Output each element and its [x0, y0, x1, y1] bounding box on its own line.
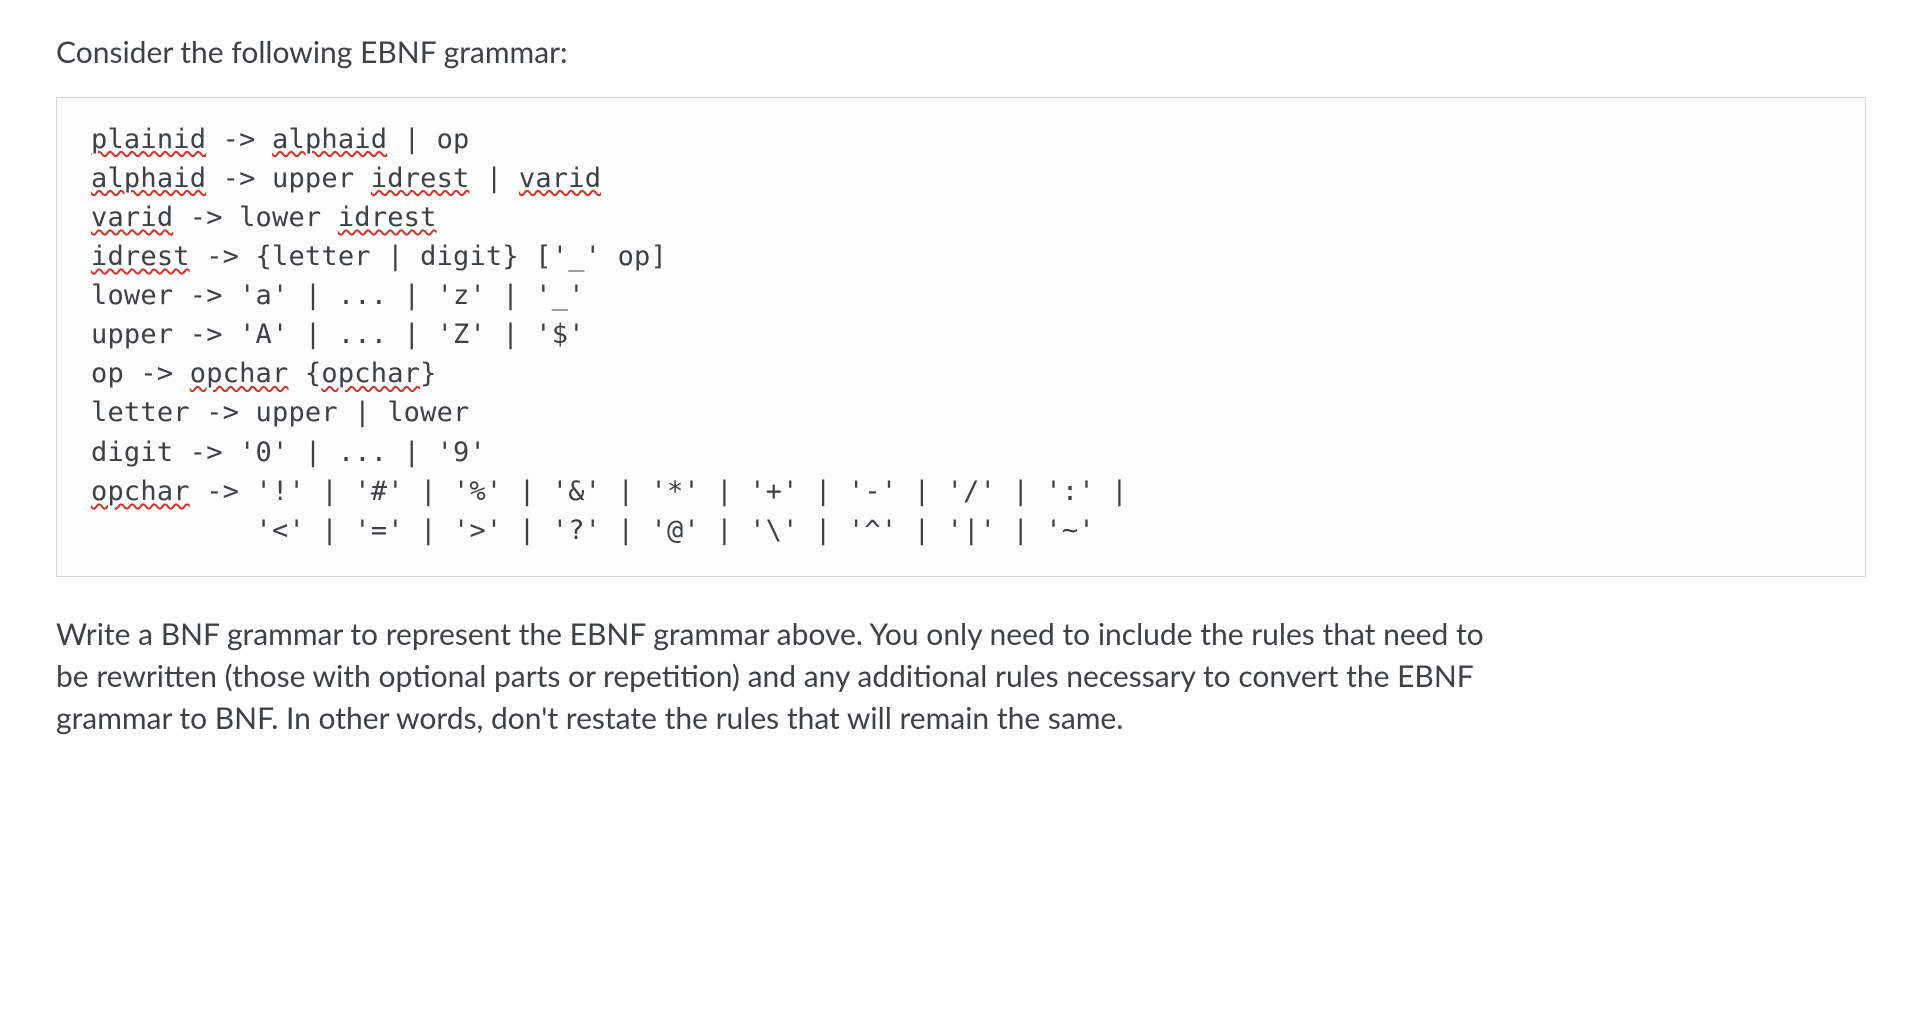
grammar-codebox: plainid -> alphaid | op alphaid -> upper…: [56, 97, 1866, 578]
spellcheck-token: idrest: [371, 163, 470, 194]
question-container: Consider the following EBNF grammar: pla…: [0, 0, 1922, 779]
spellcheck-token: idrest: [338, 202, 437, 233]
spellcheck-token: varid: [519, 163, 601, 194]
spellcheck-token: opchar: [190, 358, 289, 389]
task-text: Write a BNF grammar to represent the EBN…: [56, 613, 1486, 739]
spellcheck-token: opchar: [91, 476, 190, 507]
intro-text: Consider the following EBNF grammar:: [56, 32, 1866, 73]
grammar-code: plainid -> alphaid | op alphaid -> upper…: [91, 120, 1835, 551]
spellcheck-token: alphaid: [91, 163, 206, 194]
spellcheck-token: alphaid: [272, 124, 387, 155]
spellcheck-token: idrest: [91, 241, 190, 272]
spellcheck-token: plainid: [91, 124, 206, 155]
spellcheck-token: varid: [91, 202, 173, 233]
spellcheck-token: opchar: [321, 358, 420, 389]
